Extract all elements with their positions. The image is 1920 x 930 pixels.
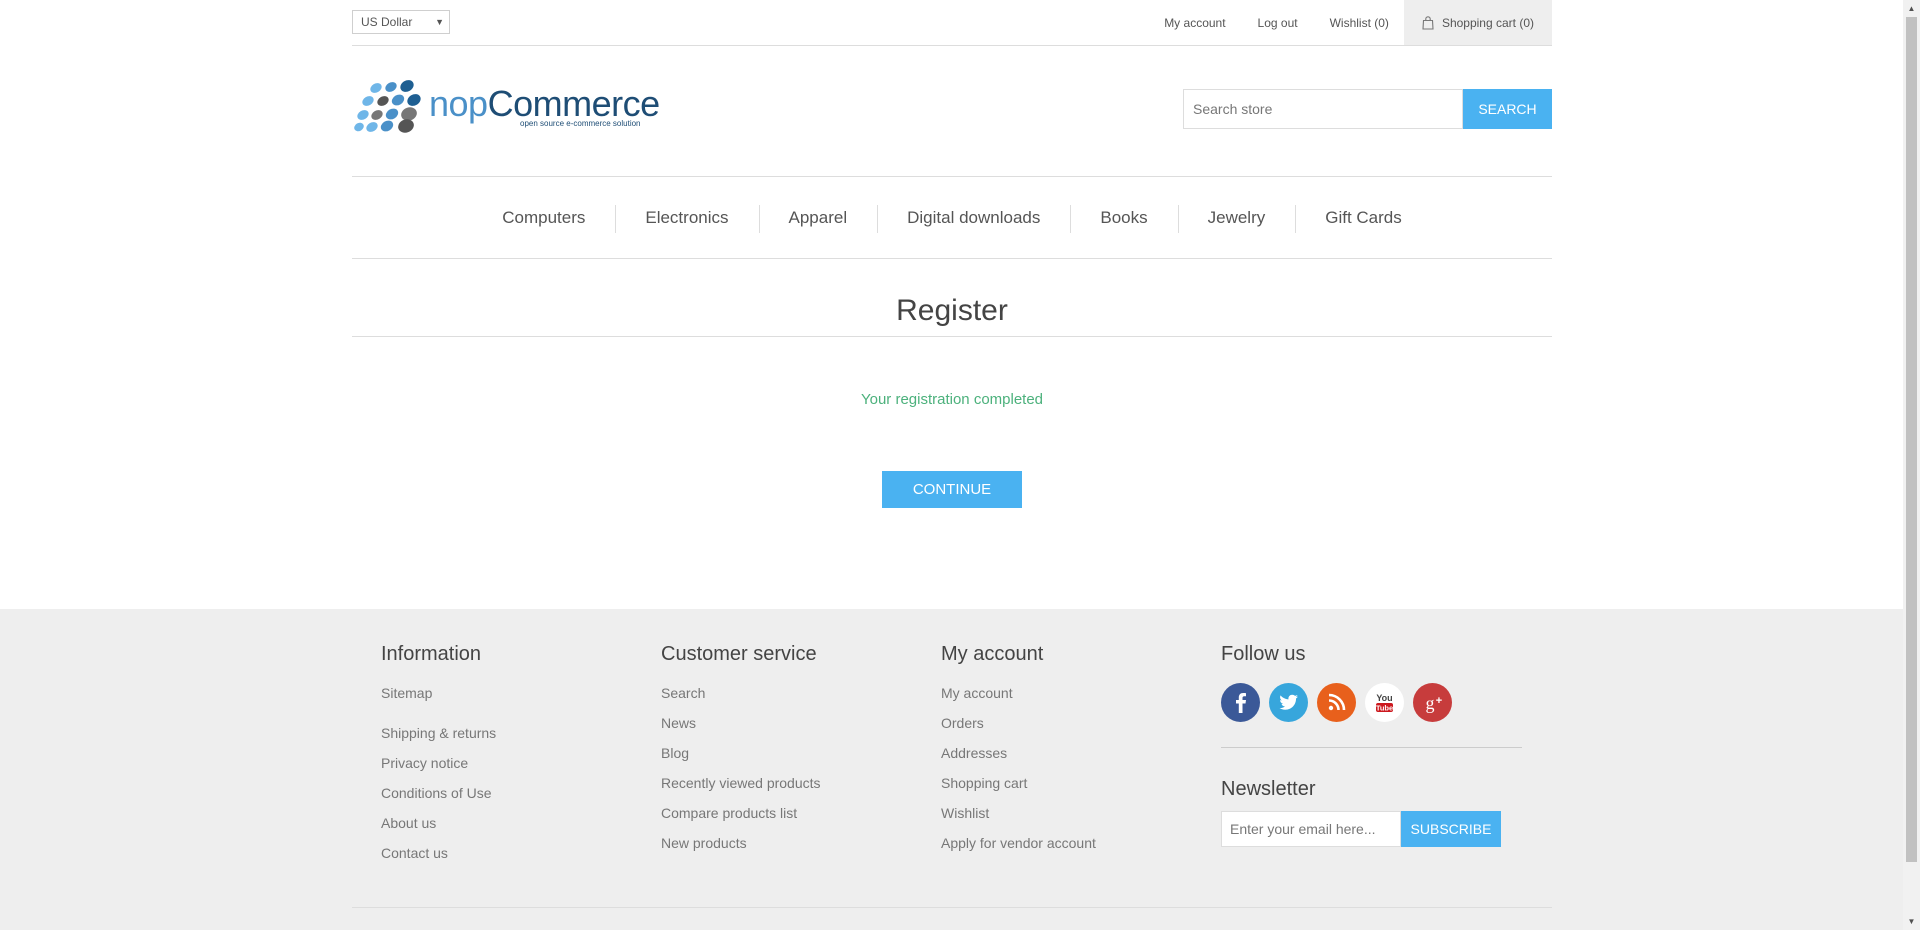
footer-information: Information Sitemap Shipping & returns P…: [381, 643, 496, 873]
footer-link-vendor-account[interactable]: Apply for vendor account: [941, 833, 1096, 863]
logo-tagline: open source e-commerce solution: [520, 119, 641, 128]
footer-customer-service: Customer service Search News Blog Recent…: [661, 643, 821, 863]
search-button[interactable]: Search: [1463, 89, 1552, 129]
footer-link-about-us[interactable]: About us: [381, 813, 496, 843]
svg-text:g: g: [1426, 693, 1435, 713]
footer-follow-us: Follow us You Tube g + Newsletter Enter …: [1221, 643, 1522, 847]
search-box: Search: [1183, 89, 1552, 129]
menu-item-jewelry[interactable]: Jewelry: [1177, 204, 1296, 233]
footer: Information Sitemap Shipping & returns P…: [0, 609, 1903, 930]
search-input[interactable]: [1183, 89, 1463, 129]
logo-brand-suffix: Commerce: [488, 83, 660, 124]
currency-selector[interactable]: US Dollar ▼: [352, 10, 450, 34]
footer-link-addresses[interactable]: Addresses: [941, 743, 1096, 773]
footer-follow-us-title: Follow us: [1221, 643, 1306, 665]
scroll-down-arrow-icon[interactable]: ▼: [1903, 913, 1920, 930]
svg-text:Tube: Tube: [1376, 703, 1393, 712]
shopping-bag-icon: [1422, 15, 1434, 30]
google-plus-icon[interactable]: g +: [1413, 683, 1452, 722]
svg-text:+: +: [1436, 695, 1442, 707]
newsletter-subscribe-button[interactable]: Subscribe: [1401, 811, 1501, 847]
registration-result-message: Your registration completed: [860, 391, 1044, 408]
newsletter-form: Subscribe: [1221, 811, 1522, 847]
facebook-icon[interactable]: [1221, 683, 1260, 722]
menu-item-apparel[interactable]: Apparel: [758, 204, 878, 233]
youtube-icon[interactable]: You Tube: [1365, 683, 1404, 722]
footer-divider: [352, 907, 1552, 908]
twitter-icon[interactable]: [1269, 683, 1308, 722]
footer-link-orders[interactable]: Orders: [941, 713, 1096, 743]
footer-my-account-title: My account: [941, 643, 1044, 665]
footer-link-search[interactable]: Search: [661, 683, 821, 713]
continue-button[interactable]: Continue: [882, 471, 1022, 508]
chevron-down-icon: ▼: [435, 17, 444, 27]
logo-dots-icon: [354, 80, 421, 133]
newsletter-title: Newsletter: [1221, 778, 1316, 800]
shopping-cart-link[interactable]: Shopping cart (0): [1403, 0, 1552, 45]
log-out-link[interactable]: Log out: [1258, 16, 1298, 30]
footer-information-title: Information: [381, 643, 482, 665]
logo-brand-prefix: nop: [429, 83, 488, 124]
footer-my-account: My account My account Orders Addresses S…: [941, 643, 1096, 863]
footer-link-conditions-of-use[interactable]: Conditions of Use: [381, 783, 496, 813]
svg-text:nopCommerce: nopCommerce: [429, 83, 660, 124]
footer-link-blog[interactable]: Blog: [661, 743, 821, 773]
shopping-cart-label: Shopping cart (0): [1441, 15, 1534, 30]
menu-item-gift-cards[interactable]: Gift Cards: [1295, 204, 1432, 233]
footer-link-my-account[interactable]: My account: [941, 683, 1096, 713]
my-account-link[interactable]: My account: [1164, 16, 1225, 30]
footer-link-privacy-notice[interactable]: Privacy notice: [381, 753, 496, 783]
newsletter-email-input[interactable]: [1221, 811, 1401, 847]
page-title: Register: [896, 294, 1008, 327]
page-scrollbar[interactable]: ▲ ▼: [1903, 0, 1920, 930]
menu-item-digital-downloads[interactable]: Digital downloads: [877, 204, 1070, 233]
menu-item-electronics[interactable]: Electronics: [615, 204, 758, 233]
top-menu: Computers Electronics Apparel Digital do…: [352, 176, 1552, 259]
footer-link-sitemap[interactable]: Sitemap: [381, 683, 496, 713]
svg-text:You: You: [1376, 693, 1392, 703]
footer-link-shipping-returns[interactable]: Shipping & returns: [381, 723, 496, 753]
wishlist-link[interactable]: Wishlist (0): [1330, 16, 1389, 30]
menu-item-computers[interactable]: Computers: [472, 208, 615, 228]
footer-link-new-products[interactable]: New products: [661, 833, 821, 863]
scrollbar-thumb[interactable]: [1906, 17, 1917, 862]
currency-selected-value: US Dollar: [361, 15, 413, 29]
social-icons: You Tube g +: [1221, 683, 1522, 722]
scroll-up-arrow-icon[interactable]: ▲: [1903, 0, 1920, 17]
footer-link-shopping-cart[interactable]: Shopping cart: [941, 773, 1096, 803]
page-title-bar: Register: [352, 288, 1552, 337]
follow-us-divider: [1221, 747, 1522, 748]
footer-link-contact-us[interactable]: Contact us: [381, 843, 496, 873]
rss-icon[interactable]: [1317, 683, 1356, 722]
menu-item-books[interactable]: Books: [1070, 204, 1177, 233]
footer-link-recently-viewed[interactable]: Recently viewed products: [661, 773, 821, 803]
footer-link-wishlist[interactable]: Wishlist: [941, 803, 1096, 833]
header-links: My account Log out Wishlist (0) Shopping…: [1132, 0, 1552, 45]
footer-link-news[interactable]: News: [661, 713, 821, 743]
header-top-bar: US Dollar ▼ My account Log out Wishlist …: [352, 0, 1552, 46]
footer-link-compare-products[interactable]: Compare products list: [661, 803, 821, 833]
footer-customer-service-title: Customer service: [661, 643, 817, 665]
store-logo[interactable]: nopCommerce open source e-commerce solut…: [354, 80, 664, 138]
